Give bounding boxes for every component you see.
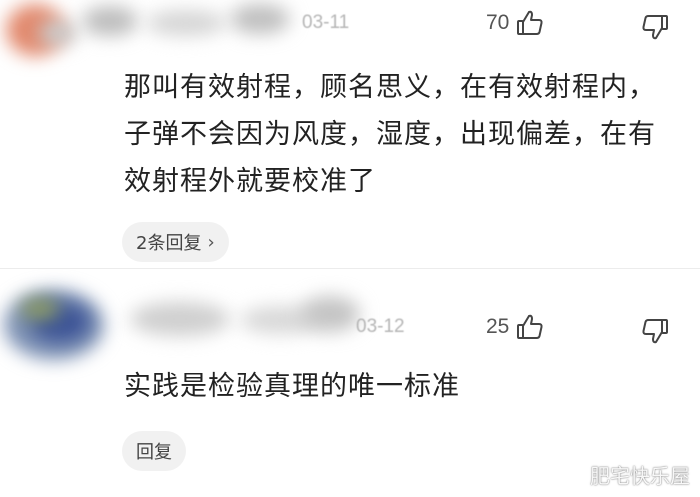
thumbs-down-icon bbox=[640, 316, 670, 346]
divider bbox=[0, 268, 700, 269]
replies-label: 2条回复 bbox=[136, 233, 202, 254]
watermark: 肥宅快乐屋 bbox=[590, 464, 690, 488]
view-replies-button[interactable]: 2条回复 › bbox=[122, 222, 229, 262]
like-button[interactable]: 70 bbox=[486, 8, 545, 38]
dislike-button[interactable] bbox=[640, 12, 670, 42]
comment-text: 那叫有效射程，顾名思义，在有效射程内，子弹不会因为风度，湿度，出现偏差，在有效射… bbox=[124, 72, 656, 197]
reply-label: 回复 bbox=[136, 442, 172, 463]
reply-button[interactable]: 回复 bbox=[122, 431, 186, 471]
comment-text: 实践是检验真理的唯一标准 bbox=[124, 371, 460, 402]
like-count: 25 bbox=[486, 315, 510, 338]
like-count: 70 bbox=[486, 11, 510, 34]
comment-date: 03-12 bbox=[356, 316, 405, 337]
comment-item: 03-11 70 那叫有效射程，顾名思义，在有效射程内，子弹不会因为风度，湿度，… bbox=[0, 0, 700, 262]
dislike-button[interactable] bbox=[640, 316, 670, 346]
thumbs-up-icon bbox=[515, 312, 545, 342]
thumbs-up-icon bbox=[515, 8, 545, 38]
thumbs-down-icon bbox=[640, 12, 670, 42]
chevron-right-icon: › bbox=[207, 231, 215, 253]
like-button[interactable]: 25 bbox=[486, 312, 545, 342]
comment-date: 03-11 bbox=[302, 12, 350, 33]
